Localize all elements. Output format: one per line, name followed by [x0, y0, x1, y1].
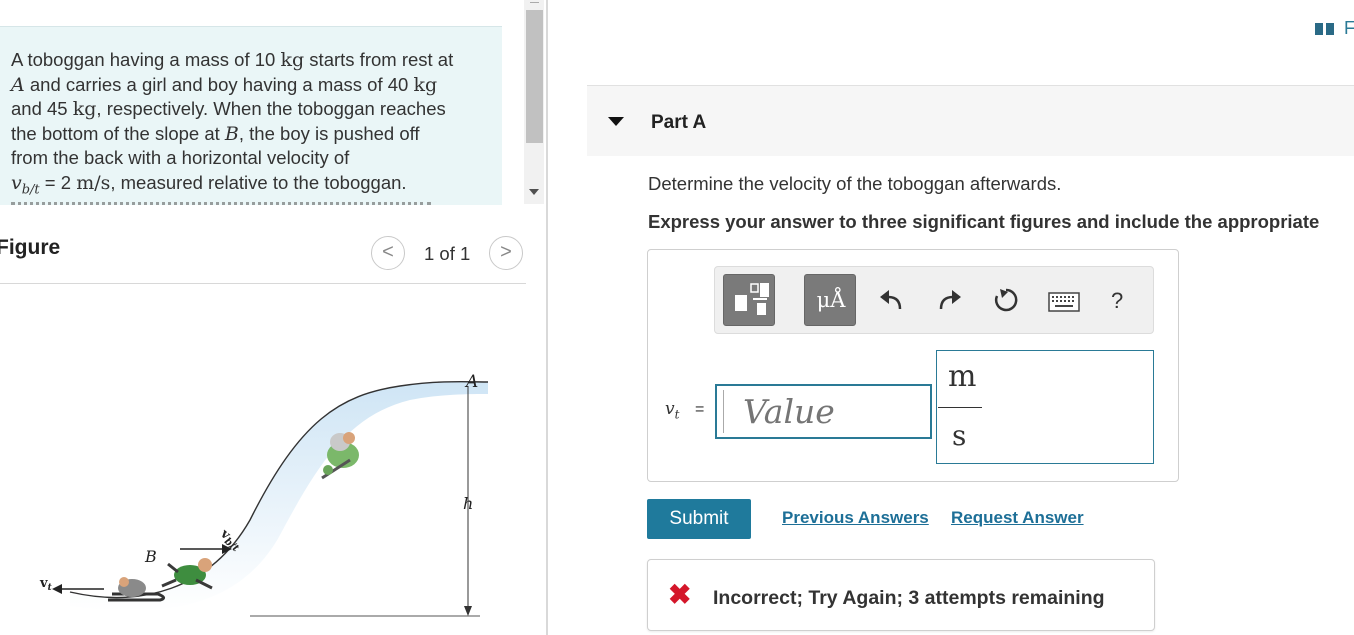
help-icon[interactable]: ? [1111, 288, 1123, 314]
pane-divider[interactable] [546, 0, 548, 635]
previous-answers-link[interactable]: Previous Answers [782, 508, 929, 528]
units-symbol: μÅ [816, 288, 846, 312]
unit-kg: kg [72, 98, 97, 120]
problem-line: the bottom of the slope at [11, 122, 225, 144]
velocity-subscript: b/t [21, 182, 40, 198]
chevron-left-icon: < [382, 241, 394, 263]
label-b: B [144, 547, 157, 566]
math-toolbar [714, 266, 1154, 334]
problem-line: and 45 [11, 98, 68, 119]
problem-line: and carries a girl and boy having a mass… [24, 73, 409, 95]
units-button[interactable]: μÅ [804, 274, 856, 326]
velocity-equals: = 2 [39, 171, 77, 193]
submit-button[interactable]: Submit [647, 499, 751, 539]
problem-line: A toboggan having a mass of 10 [11, 49, 276, 70]
unit-denominator[interactable]: s [952, 419, 966, 452]
scroll-down-arrow-icon[interactable] [529, 189, 539, 195]
previous-figure-button[interactable]: < [371, 236, 405, 270]
unit-numerator[interactable]: m [948, 359, 976, 394]
velocity-symbol: v [11, 171, 22, 194]
boy-figure-icon [161, 558, 213, 590]
feedback-message: Incorrect; Try Again; 3 attempts remaini… [713, 587, 1105, 609]
unit-kg: kg [280, 49, 305, 71]
text-cursor [723, 390, 724, 433]
problem-scrollbar-thumb[interactable] [526, 10, 543, 143]
chevron-right-icon: > [500, 241, 512, 263]
question-text: Determine the velocity of the toboggan a… [648, 173, 1062, 194]
problem-line: , respectively. When the toboggan reache… [96, 98, 446, 119]
top-right-link[interactable]: F [1344, 18, 1354, 39]
part-title[interactable]: Part A [651, 112, 706, 134]
snow-slope [70, 381, 488, 612]
answer-instructions: Express your answer to three significant… [648, 211, 1320, 232]
problem-text: A toboggan having a mass of 10 kg starts… [11, 48, 491, 203]
unit-fraction-bar [938, 407, 982, 408]
undo-icon[interactable] [878, 287, 904, 313]
variable-subscript: t [674, 407, 680, 422]
problem-statement: A toboggan having a mass of 10 kg starts… [0, 26, 502, 205]
height-arrow-head [464, 606, 472, 616]
point-b-symbol: B [224, 122, 239, 145]
label-h: h [463, 494, 473, 513]
templates-icon [735, 283, 769, 315]
request-answer-link[interactable]: Request Answer [951, 508, 1084, 528]
templates-button[interactable] [723, 274, 775, 326]
redo-icon[interactable] [937, 287, 963, 313]
problem-line: , the boy is pushed off [238, 122, 420, 144]
next-figure-button[interactable]: > [489, 236, 523, 270]
label-vt: vt [39, 576, 53, 593]
unit-kg: kg [413, 73, 438, 96]
answer-variable: vt [665, 399, 679, 421]
reset-icon[interactable] [992, 286, 1020, 314]
figure-divider [0, 283, 526, 284]
problem-line: , measured relative to the toboggan. [110, 171, 407, 193]
incorrect-icon: ✖ [668, 579, 692, 610]
caret-down-icon[interactable] [608, 117, 624, 126]
variable-symbol: v [665, 399, 675, 419]
value-input[interactable] [715, 384, 932, 439]
problem-line: starts from rest at [304, 49, 454, 70]
toboggan-figure: A h B vb/t vt [39, 372, 489, 617]
figure-pager-label: 1 of 1 [424, 243, 471, 264]
scroll-up-arrow-icon[interactable] [525, 0, 544, 10]
book-icon[interactable] [1315, 22, 1335, 36]
point-a-symbol: A [11, 73, 25, 96]
figure-title: Figure [0, 236, 61, 259]
velocity-unit: m/s [76, 171, 111, 194]
problem-line: from the back with a horizontal velocity… [11, 147, 350, 168]
label-a: A [464, 372, 478, 392]
clipped-text-line [11, 202, 431, 205]
keyboard-icon[interactable] [1048, 292, 1080, 312]
velocity-t-arrow-head [52, 584, 62, 594]
answer-equals: = [695, 401, 705, 418]
